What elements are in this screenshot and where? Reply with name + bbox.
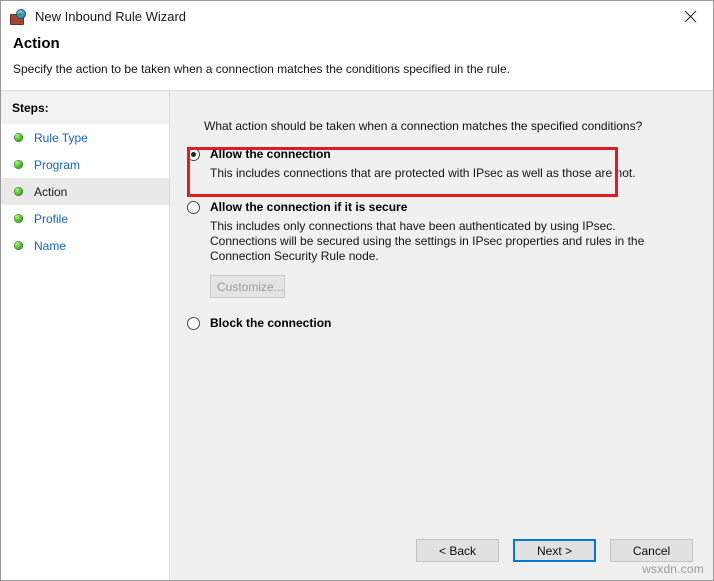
- action-options-group: Allow the connection This includes conne…: [186, 147, 703, 330]
- new-inbound-rule-wizard-window: New Inbound Rule Wizard Action Specify t…: [0, 0, 714, 581]
- title-bar: New Inbound Rule Wizard: [1, 1, 713, 32]
- page-title: Action: [13, 35, 60, 52]
- page-subtitle: Specify the action to be taken when a co…: [13, 61, 510, 76]
- sidebar-item-label: Name: [34, 238, 67, 253]
- option-description: This includes connections that are prote…: [210, 166, 636, 180]
- radio-block-the-connection[interactable]: [187, 317, 200, 330]
- sidebar-item-label: Rule Type: [34, 130, 88, 145]
- option-allow-if-secure[interactable]: Allow the connection if it is secure Thi…: [186, 200, 703, 298]
- sidebar-item-profile[interactable]: Profile: [1, 205, 169, 232]
- option-title: Allow the connection if it is secure: [210, 200, 408, 214]
- option-block-the-connection[interactable]: Block the connection: [186, 316, 703, 330]
- sidebar-item-rule-type[interactable]: Rule Type: [1, 124, 169, 151]
- close-icon: [684, 10, 697, 22]
- step-bullet-icon: [14, 133, 23, 142]
- sidebar-item-name[interactable]: Name: [1, 232, 169, 259]
- step-bullet-icon: [14, 214, 23, 223]
- sidebar-item-label: Profile: [34, 211, 69, 226]
- footer-button-area: < Back Next > Cancel wsxdn.com: [170, 508, 713, 580]
- page-header: Action Specify the action to be taken wh…: [1, 32, 713, 91]
- option-title: Block the connection: [210, 316, 332, 330]
- option-title: Allow the connection: [210, 147, 331, 161]
- cancel-button[interactable]: Cancel: [610, 539, 693, 562]
- radio-allow-the-connection[interactable]: [187, 148, 200, 161]
- action-question: What action should be taken when a conne…: [204, 119, 643, 133]
- window-title: New Inbound Rule Wizard: [35, 9, 187, 24]
- step-bullet-icon: [14, 187, 23, 196]
- body-area: Steps: Rule Type Program Action Profile …: [1, 91, 713, 508]
- footer-sidebar-filler: [1, 508, 170, 580]
- step-bullet-icon: [14, 241, 23, 250]
- watermark: wsxdn.com: [642, 562, 704, 576]
- sidebar-item-program[interactable]: Program: [1, 151, 169, 178]
- option-allow-the-connection[interactable]: Allow the connection This includes conne…: [186, 147, 703, 181]
- wizard-button-row: < Back Next > Cancel: [416, 539, 693, 562]
- steps-sidebar: Steps: Rule Type Program Action Profile …: [1, 91, 170, 508]
- sidebar-item-label: Program: [34, 157, 81, 172]
- radio-allow-if-secure[interactable]: [187, 201, 200, 214]
- sidebar-item-label: Action: [34, 184, 68, 199]
- globe-shape: [16, 8, 26, 19]
- footer-bar: < Back Next > Cancel wsxdn.com: [1, 508, 713, 580]
- firewall-globe-icon: [10, 8, 26, 25]
- steps-heading: Steps:: [1, 91, 169, 124]
- next-button[interactable]: Next >: [513, 539, 596, 562]
- customize-button[interactable]: Customize...: [210, 275, 285, 298]
- option-description: This includes only connections that have…: [210, 219, 645, 263]
- step-bullet-icon: [14, 160, 23, 169]
- sidebar-item-action[interactable]: Action: [1, 178, 169, 205]
- back-button[interactable]: < Back: [416, 539, 499, 562]
- close-window-button[interactable]: [668, 1, 713, 31]
- main-panel: What action should be taken when a conne…: [170, 91, 713, 508]
